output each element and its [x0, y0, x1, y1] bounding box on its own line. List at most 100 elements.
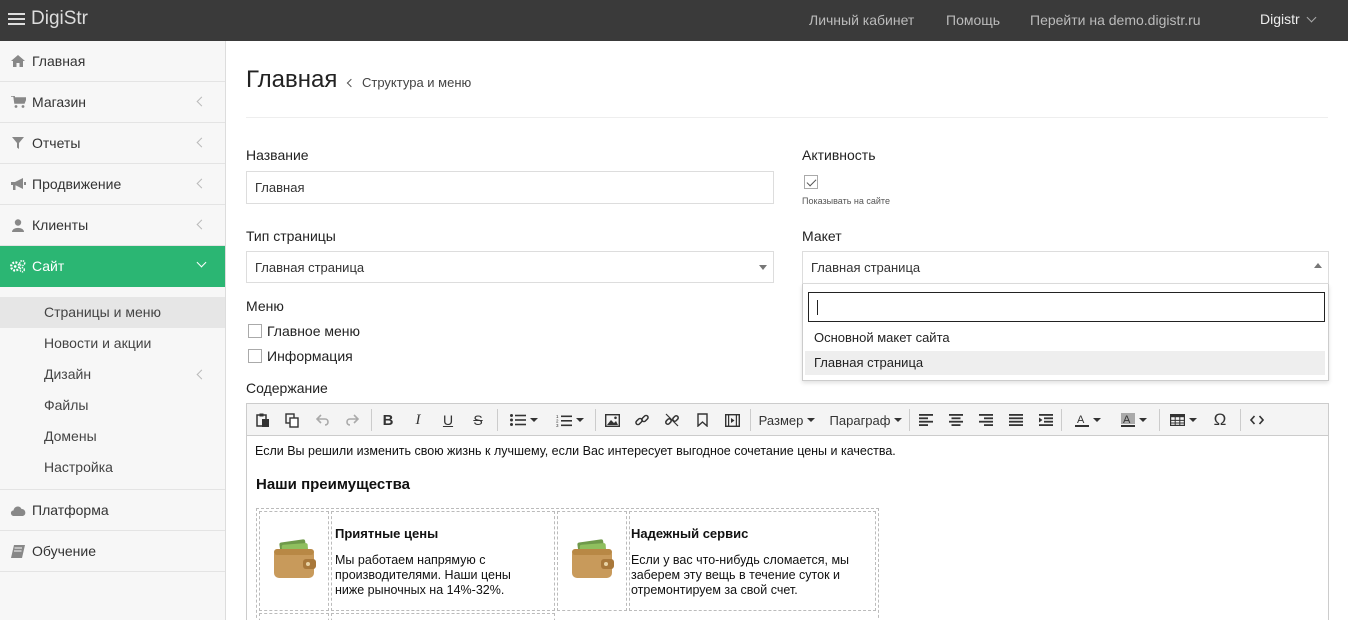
feature-title[interactable]: Надежный сервис: [631, 526, 748, 541]
feature-title[interactable]: Приятные цены: [335, 526, 438, 541]
chevron-left-icon: [196, 178, 207, 189]
sidebar-submenu: Страницы и меню Новости и акции Дизайн Ф…: [0, 287, 225, 490]
toolbar-separator: [497, 409, 498, 431]
bold-icon[interactable]: B: [380, 411, 396, 429]
editor-intro-text[interactable]: Если Вы решили изменить свою жизнь к луч…: [255, 444, 896, 458]
toolbar-separator: [1061, 409, 1062, 431]
sidebar-item-platform[interactable]: Платформа: [0, 490, 225, 531]
toolbar-separator: [1240, 409, 1241, 431]
menu-main-checkbox[interactable]: [248, 324, 262, 338]
sidebar-item-label: Отчеты: [32, 135, 81, 151]
sidebar-item-shop[interactable]: Магазин: [0, 82, 225, 123]
sidebar-subitem-settings[interactable]: Настройка: [0, 452, 225, 483]
user-icon: [10, 218, 26, 232]
sidebar-item-label: Главная: [32, 53, 86, 69]
topnav-cabinet-link[interactable]: Личный кабинет: [809, 12, 914, 28]
text-color-icon[interactable]: A: [1070, 411, 1106, 429]
topnav-demo-link[interactable]: Перейти на demo.digistr.ru: [1030, 12, 1201, 28]
image-icon[interactable]: [604, 411, 620, 429]
redo-icon[interactable]: [344, 411, 360, 429]
feature-icon-cell: [259, 511, 329, 611]
feature-line[interactable]: Если у вас что-нибудь сломается, мы: [631, 553, 849, 568]
undo-icon[interactable]: [315, 411, 331, 429]
active-checkbox[interactable]: [804, 175, 818, 189]
align-left-icon[interactable]: [918, 411, 934, 429]
feature-line[interactable]: отремонтируем за свой счет.: [631, 583, 798, 598]
menu-icon[interactable]: [8, 13, 25, 25]
type-select[interactable]: Главная страница: [246, 251, 774, 283]
layout-search-input[interactable]: [808, 292, 1325, 322]
sidebar-item-label: Клиенты: [32, 217, 89, 233]
user-menu[interactable]: Digistr: [1260, 11, 1317, 27]
background-color-icon[interactable]: A: [1116, 411, 1152, 429]
feature-icon-cell: [557, 511, 627, 611]
italic-icon[interactable]: I: [410, 411, 426, 429]
brand[interactable]: DigiStr: [8, 8, 88, 30]
align-center-icon[interactable]: [948, 411, 964, 429]
filter-icon: [10, 136, 26, 150]
editor-toolbar: B I U S 123 Размер Параграф A A Ω: [247, 404, 1328, 436]
layout-option[interactable]: Главная страница: [805, 351, 1325, 375]
svg-text:A: A: [1123, 414, 1131, 426]
sidebar-subitem-domains[interactable]: Домены: [0, 421, 225, 452]
feature-line[interactable]: Мы работаем напрямую с: [335, 553, 485, 568]
menu-main-label[interactable]: Главное меню: [267, 323, 360, 339]
brand-name: DigiStr: [31, 8, 89, 29]
topnav-help-link[interactable]: Помощь: [946, 12, 1000, 28]
chevron-left-icon: [196, 137, 207, 148]
sidebar-subitem-files[interactable]: Файлы: [0, 390, 225, 421]
sidebar-item-home[interactable]: Главная: [0, 41, 225, 82]
breadcrumb: Структура и меню: [346, 75, 471, 90]
feature-line[interactable]: производителями. Наши цены: [335, 568, 511, 583]
paragraph-dropdown[interactable]: Параграф: [830, 411, 903, 429]
feature-line[interactable]: ниже рыночных на 14%-32%.: [335, 583, 504, 598]
feature-text-cell: Надежный сервис Если у вас что-нибудь сл…: [629, 511, 876, 611]
paste-icon[interactable]: [255, 411, 271, 429]
user-name: Digistr: [1260, 11, 1300, 27]
sidebar-item-site[interactable]: Сайт: [0, 246, 225, 287]
sidebar-subitem-label: Дизайн: [44, 366, 92, 382]
feature-text-cell: [331, 613, 555, 620]
align-right-icon[interactable]: [978, 411, 994, 429]
sidebar-item-label: Продвижение: [32, 176, 122, 192]
layout-select[interactable]: Главная страница: [802, 251, 1329, 284]
layout-dropdown: Основной макет сайта Главная страница: [802, 284, 1329, 381]
numbered-list-icon[interactable]: 123: [552, 411, 588, 429]
caret-down-icon: [759, 265, 767, 270]
menu-info-checkbox[interactable]: [248, 349, 262, 363]
editor-heading[interactable]: Наши преимущества: [256, 476, 410, 493]
sidebar-item-clients[interactable]: Клиенты: [0, 205, 225, 246]
bullet-list-icon[interactable]: [506, 411, 542, 429]
align-justify-icon[interactable]: [1008, 411, 1024, 429]
table-icon[interactable]: [1168, 411, 1198, 429]
menu-info-label[interactable]: Информация: [267, 348, 353, 364]
media-icon[interactable]: [724, 411, 740, 429]
strikethrough-icon[interactable]: S: [470, 411, 486, 429]
sidebar-item-reports[interactable]: Отчеты: [0, 123, 225, 164]
breadcrumb-link[interactable]: Структура и меню: [362, 75, 471, 90]
name-input[interactable]: Главная: [246, 171, 774, 204]
sidebar: Главная Магазин Отчеты Продвижение Клиен…: [0, 41, 226, 620]
layout-option[interactable]: Основной макет сайта: [805, 326, 1325, 350]
special-character-icon[interactable]: Ω: [1211, 410, 1229, 429]
source-code-icon[interactable]: [1248, 411, 1266, 429]
sidebar-item-promotion[interactable]: Продвижение: [0, 164, 225, 205]
copy-icon[interactable]: [284, 411, 300, 429]
toolbar-separator: [1159, 409, 1160, 431]
sidebar-subitem-news[interactable]: Новости и акции: [0, 328, 225, 359]
font-size-dropdown[interactable]: Размер: [759, 411, 816, 429]
feature-line[interactable]: заберем эту вещь в течение суток и: [631, 568, 840, 583]
sidebar-subitem-design[interactable]: Дизайн: [0, 359, 225, 390]
link-icon[interactable]: [634, 411, 650, 429]
sidebar-item-learning[interactable]: Обучение: [0, 531, 225, 572]
unlink-icon[interactable]: [664, 411, 680, 429]
book-icon: [10, 544, 26, 558]
sidebar-item-label: Магазин: [32, 94, 87, 110]
features-table: Приятные цены Мы работаем напрямую с про…: [256, 508, 879, 620]
indent-icon[interactable]: [1038, 411, 1054, 429]
sidebar-item-label: Платформа: [32, 502, 109, 518]
wallet-icon: [274, 539, 316, 578]
bookmark-icon[interactable]: [694, 411, 710, 429]
sidebar-subitem-pages[interactable]: Страницы и меню: [0, 297, 225, 328]
underline-icon[interactable]: U: [440, 411, 456, 429]
